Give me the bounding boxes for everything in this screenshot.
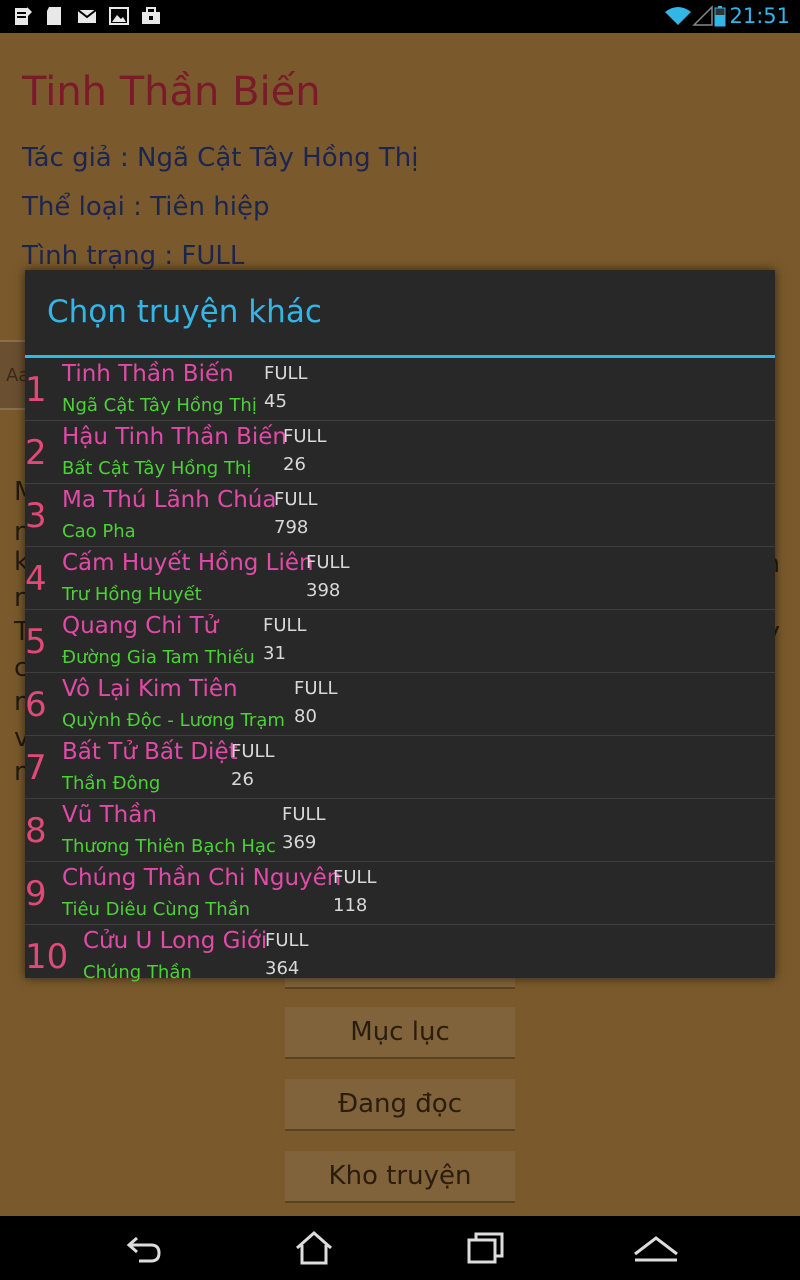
choose-story-dialog: Chọn truyện khác 1 Tinh Thần Biến Ngã Cậ… [25, 270, 775, 983]
briefcase-icon [142, 7, 160, 24]
item-number: 7 [25, 748, 47, 788]
list-item[interactable]: 1 Tinh Thần Biến Ngã Cật Tây Hồng Thị FU… [25, 358, 775, 421]
item-author: Cao Pha [62, 521, 136, 542]
item-number: 8 [25, 811, 47, 851]
battery-icon [714, 6, 726, 27]
library-button[interactable]: Kho truyện [285, 1151, 515, 1203]
home-icon[interactable] [294, 1230, 334, 1266]
item-number: 2 [25, 433, 47, 473]
item-author: Ngã Cật Tây Hồng Thị [62, 395, 257, 416]
list-item[interactable]: 9 Chúng Thần Chi Nguyên Tiêu Diêu Cùng T… [25, 862, 775, 925]
item-title: Quang Chi Tử [62, 613, 219, 639]
book-title: Tinh Thần Biến [22, 69, 321, 115]
item-author: Thương Thiên Bạch Hạc [62, 836, 276, 857]
wifi-icon [665, 7, 691, 25]
item-title: Cấm Huyết Hồng Liên [62, 550, 314, 576]
book-genre: Thể loại : Tiên hiệp [22, 192, 270, 222]
item-number: 3 [25, 496, 47, 536]
list-item[interactable]: 8 Vũ Thần Thương Thiên Bạch Hạc FULL 369 [25, 799, 775, 862]
book-status: Tình trạng : FULL [22, 241, 245, 271]
item-status: FULL [265, 930, 309, 951]
back-icon[interactable] [125, 1230, 165, 1266]
item-number: 4 [25, 559, 47, 599]
navigation-bar [0, 1216, 800, 1280]
notes-icon [15, 7, 32, 25]
book-author: Tác giả : Ngã Cật Tây Hồng Thị [22, 143, 419, 173]
item-title: Cửu U Long Giới [83, 928, 268, 954]
signal-icon [692, 5, 713, 26]
item-title: Bất Tử Bất Diệt [62, 739, 238, 765]
story-list: 1 Tinh Thần Biến Ngã Cật Tây Hồng Thị FU… [25, 358, 775, 987]
item-number: 1 [25, 370, 47, 410]
reading-button[interactable]: Đang đọc [285, 1079, 515, 1131]
menu-up-icon[interactable] [632, 1230, 680, 1266]
item-status: FULL [231, 741, 275, 762]
item-author: Chúng Thần [83, 962, 192, 983]
item-author: Bất Cật Tây Hồng Thị [62, 458, 252, 479]
sd-card-icon [47, 7, 61, 25]
item-status: FULL [283, 426, 327, 447]
item-title: Vũ Thần [62, 802, 157, 828]
item-title: Tinh Thần Biến [62, 361, 234, 387]
clock: 21:51 [729, 4, 790, 28]
item-chapters: 369 [282, 832, 317, 853]
item-number: 9 [25, 874, 47, 914]
item-chapters: 26 [283, 454, 306, 475]
item-chapters: 80 [294, 706, 317, 727]
item-chapters: 45 [264, 391, 287, 412]
item-chapters: 398 [306, 580, 341, 601]
item-status: FULL [294, 678, 338, 699]
list-item[interactable]: 7 Bất Tử Bất Diệt Thần Đông FULL 26 [25, 736, 775, 799]
list-item[interactable]: 10 Cửu U Long Giới Chúng Thần FULL 364 [25, 925, 775, 987]
table-of-contents-button[interactable]: Mục lục [285, 1007, 515, 1059]
list-item[interactable]: 6 Vô Lại Kim Tiên Quỳnh Độc - Lương Trạm… [25, 673, 775, 736]
item-author: Quỳnh Độc - Lương Trạm [62, 710, 285, 731]
item-chapters: 798 [274, 517, 309, 538]
item-number: 5 [25, 622, 47, 662]
item-chapters: 26 [231, 769, 254, 790]
list-item[interactable]: 4 Cấm Huyết Hồng Liên Trư Hồng Huyết FUL… [25, 547, 775, 610]
list-item[interactable]: 2 Hậu Tinh Thần Biến Bất Cật Tây Hồng Th… [25, 421, 775, 484]
image-icon [109, 7, 129, 25]
item-author: Trư Hồng Huyết [62, 584, 202, 605]
item-status: FULL [274, 489, 318, 510]
recent-apps-icon[interactable] [466, 1230, 506, 1266]
item-status: FULL [333, 867, 377, 888]
dialog-title: Chọn truyện khác [47, 294, 322, 330]
item-chapters: 31 [263, 643, 286, 664]
status-bar: 21:51 [0, 0, 800, 33]
item-status: FULL [282, 804, 326, 825]
mail-icon [77, 9, 97, 23]
item-status: FULL [306, 552, 350, 573]
item-status: FULL [263, 615, 307, 636]
list-item[interactable]: 5 Quang Chi Tử Đường Gia Tam Thiếu FULL … [25, 610, 775, 673]
item-chapters: 118 [333, 895, 368, 916]
item-status: FULL [264, 363, 308, 384]
item-title: Chúng Thần Chi Nguyên [62, 865, 342, 891]
item-number: 10 [25, 937, 69, 977]
item-author: Đường Gia Tam Thiếu [62, 647, 255, 668]
item-chapters: 364 [265, 958, 300, 979]
list-item[interactable]: 3 Ma Thú Lãnh Chúa Cao Pha FULL 798 [25, 484, 775, 547]
item-number: 6 [25, 685, 47, 725]
item-title: Vô Lại Kim Tiên [62, 676, 238, 702]
item-title: Ma Thú Lãnh Chúa [62, 487, 277, 513]
item-author: Thần Đông [62, 773, 161, 794]
item-author: Tiêu Diêu Cùng Thần [62, 899, 251, 920]
item-title: Hậu Tinh Thần Biến [62, 424, 287, 450]
